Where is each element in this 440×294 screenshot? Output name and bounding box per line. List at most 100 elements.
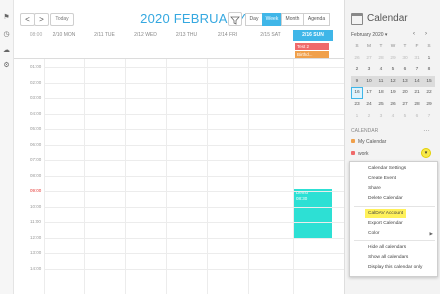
mini-day[interactable]: 1 bbox=[423, 53, 435, 65]
mini-day[interactable]: 25 bbox=[375, 99, 387, 111]
calendar-list-item[interactable]: My Calendar bbox=[351, 138, 437, 147]
mini-day[interactable]: 17 bbox=[363, 87, 375, 99]
mini-day[interactable]: 31 bbox=[411, 53, 423, 65]
hour-label: 09:00 bbox=[30, 188, 42, 193]
mini-week-row[interactable]: 16 17 18 19 20 21 22 bbox=[351, 87, 435, 99]
mini-day[interactable]: 6 bbox=[399, 64, 411, 76]
mini-day[interactable]: 12 bbox=[387, 75, 399, 88]
cloud-icon[interactable]: ☁ bbox=[1, 46, 12, 55]
mini-day[interactable]: 5 bbox=[387, 64, 399, 76]
view-month-button[interactable]: Month bbox=[281, 13, 304, 26]
menu-item-share[interactable]: Share bbox=[350, 184, 439, 194]
settings-icon[interactable]: ⚙ bbox=[1, 61, 12, 70]
mini-day[interactable]: 21 bbox=[411, 87, 423, 99]
hour-gridline bbox=[44, 175, 344, 177]
hour-label: 11:00 bbox=[30, 219, 41, 224]
mini-day[interactable]: 29 bbox=[423, 99, 435, 111]
prev-week-button[interactable]: < bbox=[20, 13, 35, 26]
mini-week-row[interactable]: 23 24 25 26 27 28 29 bbox=[351, 99, 435, 111]
calendar-menu-button[interactable]: ▾ bbox=[421, 148, 431, 158]
mini-day[interactable]: 27 bbox=[399, 99, 411, 111]
view-agenda-button[interactable]: Agenda bbox=[303, 13, 330, 26]
filter-button[interactable] bbox=[228, 12, 242, 26]
mini-week-row[interactable]: 9 10 11 12 13 14 15 bbox=[351, 75, 435, 88]
day-column-divider bbox=[125, 59, 126, 294]
mini-day[interactable]: 24 bbox=[363, 99, 375, 111]
day-header[interactable]: 2/13 THU bbox=[166, 30, 207, 41]
bookmark-icon[interactable]: ⚑ bbox=[1, 13, 12, 22]
mini-day[interactable]: 3 bbox=[375, 111, 387, 123]
today-button[interactable]: Today bbox=[50, 13, 74, 26]
mini-day[interactable]: 22 bbox=[423, 87, 435, 99]
mini-month-label[interactable]: February 2020 ▾ bbox=[351, 32, 387, 38]
menu-item-create-event[interactable]: Create Event bbox=[350, 174, 439, 184]
mini-weekday-label: M bbox=[367, 44, 371, 49]
mini-day[interactable]: 1 bbox=[351, 111, 363, 123]
view-day-button[interactable]: Day bbox=[245, 13, 263, 26]
day-header[interactable]: 2/16 SUN bbox=[293, 30, 333, 41]
hour-label: 05:00 bbox=[30, 126, 42, 131]
menu-item-show-all-calendars[interactable]: Show all calendars bbox=[350, 253, 439, 263]
mini-week-row[interactable]: 26 27 28 29 30 31 1 bbox=[351, 53, 435, 65]
menu-item-display-this-calendar-only[interactable]: Display this calendar only bbox=[350, 263, 439, 273]
mini-week-row[interactable]: 1234567 bbox=[351, 111, 435, 123]
day-header[interactable]: 2/11 TUE bbox=[84, 30, 125, 41]
menu-item-color[interactable]: Color ▶ bbox=[350, 229, 439, 239]
menu-item-hide-all-calendars[interactable]: Hide all calendars bbox=[350, 243, 439, 253]
mini-day[interactable]: 2 bbox=[351, 64, 363, 76]
all-day-event[interactable]: Birthd... bbox=[295, 51, 329, 58]
menu-item-delete-calendar[interactable]: Delete Calendar bbox=[350, 194, 439, 204]
calendar-more-button[interactable]: … bbox=[423, 126, 430, 133]
mini-day[interactable]: 30 bbox=[399, 53, 411, 65]
mini-day[interactable]: 11 bbox=[375, 75, 387, 88]
mini-day[interactable]: 7 bbox=[423, 111, 435, 123]
mini-day[interactable]: 29 bbox=[387, 53, 399, 65]
mini-day[interactable]: 28 bbox=[411, 99, 423, 111]
event-block[interactable]: Demo 08:30 bbox=[294, 189, 332, 239]
time-grid[interactable]: Demo 08:30 01:00 02:00 03:00 04:00 05:00 06:0… bbox=[14, 59, 344, 294]
view-week-button[interactable]: Week bbox=[262, 13, 282, 26]
mini-day[interactable]: 28 bbox=[375, 53, 387, 65]
hour-label: 06:00 bbox=[30, 141, 42, 147]
menu-item-calendar-settings[interactable]: Calendar Settings bbox=[350, 164, 439, 174]
next-week-button[interactable]: > bbox=[34, 13, 49, 26]
mini-day[interactable]: 5 bbox=[399, 111, 411, 123]
mini-day[interactable]: 10 bbox=[363, 75, 375, 88]
mini-day[interactable]: 16 bbox=[351, 87, 363, 99]
mini-day[interactable]: 4 bbox=[375, 64, 387, 76]
mini-day[interactable]: 15 bbox=[423, 75, 435, 88]
mini-next-button[interactable]: › bbox=[425, 31, 427, 37]
mini-day[interactable]: 6 bbox=[411, 111, 423, 123]
mini-day[interactable]: 8 bbox=[423, 64, 435, 76]
clock-icon[interactable]: ◷ bbox=[1, 30, 12, 39]
mini-weekday-label: T bbox=[403, 44, 407, 49]
mini-day[interactable]: 19 bbox=[387, 87, 399, 99]
mini-day[interactable]: 14 bbox=[411, 75, 423, 88]
day-header[interactable]: 2/12 WED bbox=[125, 30, 166, 41]
mini-day[interactable]: 23 bbox=[351, 99, 363, 111]
day-header[interactable]: 2/10 MON bbox=[44, 30, 84, 41]
calendar-icon bbox=[351, 13, 363, 25]
hour-gridline bbox=[44, 268, 344, 270]
mini-prev-button[interactable]: ‹ bbox=[413, 31, 415, 37]
mini-day[interactable]: 26 bbox=[351, 53, 363, 65]
hour-gridline bbox=[44, 191, 344, 192]
calendar-name: My Calendar bbox=[358, 139, 387, 145]
day-header[interactable]: 2/15 SAT bbox=[248, 30, 293, 41]
all-day-event[interactable]: Test 2 bbox=[295, 43, 329, 50]
mini-day[interactable]: 2 bbox=[363, 111, 375, 123]
mini-day[interactable]: 4 bbox=[387, 111, 399, 123]
menu-item-export-calendar[interactable]: Export Calendar bbox=[350, 219, 439, 229]
mini-day[interactable]: 27 bbox=[363, 53, 375, 65]
mini-day[interactable]: 20 bbox=[399, 87, 411, 99]
day-header[interactable]: 2/14 FRI bbox=[207, 30, 248, 41]
mini-day[interactable]: 26 bbox=[387, 99, 399, 111]
mini-day[interactable]: 18 bbox=[375, 87, 387, 99]
mini-week-row[interactable]: 2345678 bbox=[351, 64, 435, 76]
mini-day[interactable]: 7 bbox=[411, 64, 423, 76]
menu-item-caldav-account[interactable]: CalDAV Account bbox=[350, 209, 439, 219]
mini-day[interactable]: 3 bbox=[363, 64, 375, 76]
day-column-divider bbox=[293, 59, 294, 294]
mini-day[interactable]: 13 bbox=[399, 75, 411, 88]
mini-day[interactable]: 9 bbox=[351, 75, 363, 88]
